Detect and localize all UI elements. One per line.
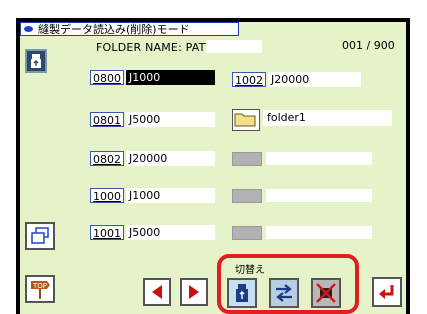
folder-icon [234, 113, 256, 127]
usb-source-button[interactable] [227, 278, 257, 308]
window-switch-button[interactable] [25, 222, 55, 250]
list-item[interactable]: 1002 J20000 [232, 71, 361, 88]
swap-button[interactable] [269, 278, 299, 308]
enter-button[interactable] [372, 277, 402, 307]
entry-name: J1000 [126, 70, 215, 85]
empty-slot-icon[interactable] [232, 226, 262, 240]
usb-source-indicator[interactable] [25, 49, 47, 73]
next-page-button[interactable] [180, 278, 208, 306]
entry-name: J20000 [268, 72, 361, 87]
folder-entry-button[interactable] [232, 109, 260, 131]
list-item[interactable]: 0801 J5000 [90, 111, 215, 128]
empty-slot-icon[interactable] [232, 152, 262, 166]
entry-number: 1001 [90, 225, 124, 240]
enter-return-icon [379, 285, 394, 299]
prev-page-button[interactable] [143, 278, 171, 306]
left-arrow-icon [152, 285, 162, 299]
switch-label: 切替え [235, 265, 265, 276]
entry-number: 0802 [90, 151, 124, 166]
list-item[interactable]: 0802 J20000 [90, 150, 215, 167]
entry-name: J5000 [126, 225, 215, 240]
window-title: 縫製データ読込み(削除)モード [38, 23, 190, 36]
entry-number: 0800 [90, 70, 124, 85]
right-arrow-icon [189, 285, 199, 299]
machine-memory-button[interactable] [311, 278, 341, 308]
svg-text:TOP: TOP [32, 282, 47, 290]
switch-panel: 切替え [217, 254, 359, 314]
entry-number: 1002 [232, 72, 266, 87]
title-bar: 縫製データ読込み(削除)モード [20, 22, 239, 36]
list-item[interactable]: 0800 J1000 [90, 69, 215, 86]
top-signpost-icon: TOP [31, 281, 50, 299]
empty-slot-name [266, 226, 372, 239]
page-counter: 001 / 900 [342, 39, 395, 52]
entry-number: 0801 [90, 112, 124, 127]
entry-number: 1000 [90, 188, 124, 203]
entry-name: J5000 [126, 112, 215, 127]
empty-slot-name [266, 152, 372, 165]
main-screen: 縫製データ読込み(削除)モード FOLDER NAME: PATTERN 001… [20, 22, 406, 314]
list-item[interactable]: 1001 J5000 [90, 224, 215, 241]
window-stack-icon [31, 227, 49, 244]
swap-arrows-icon [276, 284, 292, 302]
folder-entry-name[interactable]: folder1 [263, 110, 392, 126]
usb-drive-icon [31, 54, 41, 68]
entry-name: J1000 [126, 188, 215, 203]
list-item[interactable]: 1000 J1000 [90, 187, 215, 204]
title-indicator-icon [24, 26, 33, 32]
folder-name-box [206, 40, 262, 53]
empty-slot-icon[interactable] [232, 189, 262, 203]
empty-slot-name [266, 189, 372, 202]
top-button[interactable]: TOP [25, 275, 55, 303]
machine-crossed-icon [316, 283, 336, 303]
usb-drive-icon [236, 284, 248, 302]
entry-name: J20000 [126, 151, 215, 166]
